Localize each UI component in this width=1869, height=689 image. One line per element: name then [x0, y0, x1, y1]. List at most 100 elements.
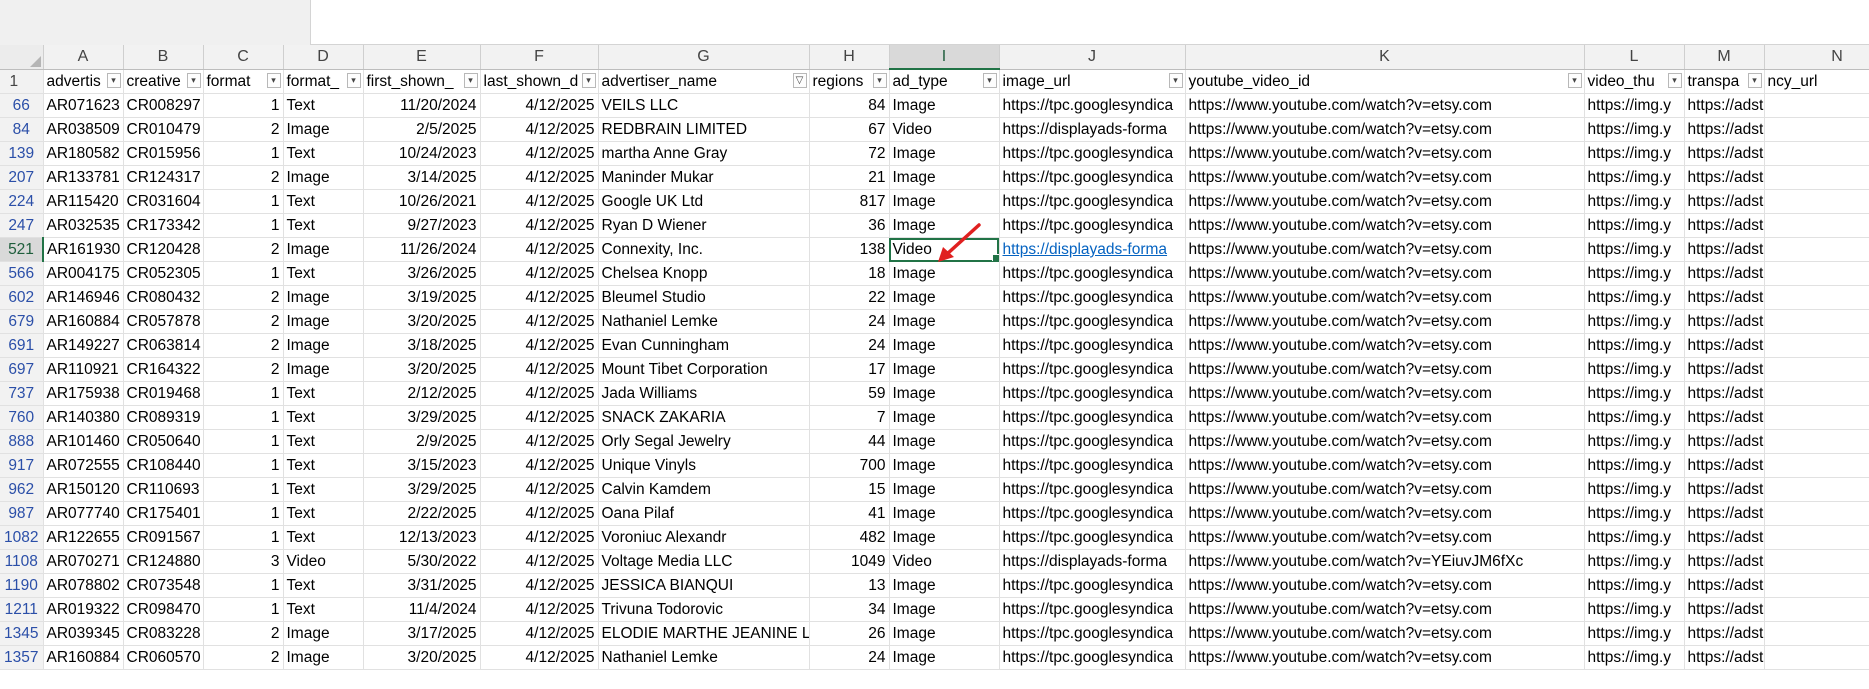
cell[interactable]: AR004175 [43, 261, 124, 286]
cell[interactable]: CR050640 [123, 429, 204, 454]
header-cell[interactable]: video_thu ▾ [1584, 69, 1685, 94]
header-cell[interactable]: creative ▾ [123, 69, 204, 94]
cell[interactable]: 4/12/2025 [480, 285, 599, 310]
cell[interactable]: https://img.y [1584, 477, 1685, 502]
cell[interactable]: 10/24/2023 [363, 141, 481, 166]
cell[interactable]: 7 [809, 405, 890, 430]
cell[interactable]: CR019468 [123, 381, 204, 406]
cell[interactable]: CR120428 [123, 237, 204, 262]
cell[interactable]: https://img.y [1584, 453, 1685, 478]
cell[interactable]: Text [283, 477, 364, 502]
cell[interactable]: https://tpc.googlesyndica [999, 645, 1186, 670]
cell[interactable]: SNACK ZAKARIA [598, 405, 810, 430]
cell[interactable]: CR080432 [123, 285, 204, 310]
cell[interactable]: 1 [203, 381, 284, 406]
cell[interactable]: Image [889, 213, 1000, 238]
cell[interactable]: https://adstransparency.g [1684, 237, 1765, 262]
column-header-i[interactable]: I [889, 45, 1000, 70]
column-header-d[interactable]: D [283, 45, 364, 70]
cell[interactable]: 72 [809, 141, 890, 166]
cell[interactable] [1764, 453, 1869, 478]
active-cell[interactable]: Video [889, 237, 1000, 262]
cell[interactable]: Mount Tibet Corporation [598, 357, 810, 382]
row-number[interactable]: 602 [0, 285, 44, 310]
cell[interactable]: Oana Pilaf [598, 501, 810, 526]
cell[interactable] [1764, 621, 1869, 646]
cell[interactable]: https://displayads-forma [999, 549, 1186, 574]
cell[interactable]: Image [889, 477, 1000, 502]
row-number[interactable]: 962 [0, 477, 44, 502]
cell[interactable]: CR008297 [123, 93, 204, 118]
cell[interactable]: https://tpc.googlesyndica [999, 501, 1186, 526]
cell[interactable] [1764, 477, 1869, 502]
cell[interactable]: 1 [203, 429, 284, 454]
cell[interactable]: Evan Cunningham [598, 333, 810, 358]
cell[interactable] [1764, 429, 1869, 454]
header-cell[interactable]: ncy_url [1764, 69, 1869, 94]
cell[interactable]: Maninder Mukar [598, 165, 810, 190]
cell[interactable]: 24 [809, 645, 890, 670]
cell[interactable]: https://tpc.googlesyndica [999, 141, 1186, 166]
cell[interactable]: Voroniuc Alexandr [598, 525, 810, 550]
cell[interactable]: 67 [809, 117, 890, 142]
cell[interactable]: 1049 [809, 549, 890, 574]
cell[interactable]: AR180582 [43, 141, 124, 166]
cell[interactable]: https://www.youtube.com/watch?v=etsy.com [1185, 357, 1585, 382]
column-header-b[interactable]: B [123, 45, 204, 70]
cell[interactable]: 2 [203, 621, 284, 646]
cell[interactable]: CR098470 [123, 597, 204, 622]
column-header-m[interactable]: M [1684, 45, 1765, 70]
cell[interactable]: 3/17/2025 [363, 621, 481, 646]
header-cell[interactable]: image_url ▾ [999, 69, 1186, 94]
cell[interactable]: 1 [203, 93, 284, 118]
cell[interactable]: 4/12/2025 [480, 429, 599, 454]
cell[interactable]: https://adstransparency.g [1684, 213, 1765, 238]
cell[interactable]: https://adstransparency.g [1684, 357, 1765, 382]
cell[interactable]: Text [283, 525, 364, 550]
cell[interactable]: https://tpc.googlesyndica [999, 621, 1186, 646]
cell[interactable]: JESSICA BIANQUI [598, 573, 810, 598]
cell[interactable]: Image [283, 645, 364, 670]
cell[interactable]: 1 [203, 525, 284, 550]
cell[interactable]: 700 [809, 453, 890, 478]
cell[interactable]: 2 [203, 333, 284, 358]
cell[interactable]: https://img.y [1584, 525, 1685, 550]
cell[interactable]: 482 [809, 525, 890, 550]
header-cell[interactable]: transpa ▾ [1684, 69, 1765, 94]
cell[interactable]: Image [889, 525, 1000, 550]
cell[interactable]: 3/26/2025 [363, 261, 481, 286]
cell[interactable]: Jada Williams [598, 381, 810, 406]
cell[interactable] [1764, 213, 1869, 238]
cell[interactable]: 4/12/2025 [480, 333, 599, 358]
cell[interactable]: CR124317 [123, 165, 204, 190]
cell[interactable]: https://adstransparency.g [1684, 525, 1765, 550]
cell[interactable]: Text [283, 381, 364, 406]
cell[interactable] [1764, 405, 1869, 430]
cell[interactable]: https://img.y [1584, 165, 1685, 190]
cell[interactable]: https://tpc.googlesyndica [999, 573, 1186, 598]
cell[interactable]: Image [283, 357, 364, 382]
cell[interactable]: Chelsea Knopp [598, 261, 810, 286]
cell[interactable]: 84 [809, 93, 890, 118]
row-number[interactable]: 987 [0, 501, 44, 526]
cell[interactable] [1764, 333, 1869, 358]
cell[interactable]: Image [889, 357, 1000, 382]
row-number[interactable]: 207 [0, 165, 44, 190]
cell[interactable]: Image [889, 381, 1000, 406]
cell[interactable]: Image [283, 333, 364, 358]
cell[interactable]: Text [283, 573, 364, 598]
cell[interactable]: 2 [203, 237, 284, 262]
cell[interactable]: 3/18/2025 [363, 333, 481, 358]
column-header-h[interactable]: H [809, 45, 890, 70]
cell[interactable]: Nathaniel Lemke [598, 309, 810, 334]
header-cell[interactable]: last_shown_d ▾ [480, 69, 599, 94]
cell[interactable]: Image [889, 645, 1000, 670]
cell[interactable]: 2 [203, 309, 284, 334]
cell[interactable]: 2/22/2025 [363, 501, 481, 526]
cell[interactable]: https://www.youtube.com/watch?v=etsy.com [1185, 645, 1585, 670]
cell[interactable]: https://img.y [1584, 93, 1685, 118]
cell[interactable]: AR149227 [43, 333, 124, 358]
cell[interactable]: 3/15/2023 [363, 453, 481, 478]
cell[interactable]: https://adstransparency.g [1684, 429, 1765, 454]
cell[interactable]: https://tpc.googlesyndica [999, 261, 1186, 286]
